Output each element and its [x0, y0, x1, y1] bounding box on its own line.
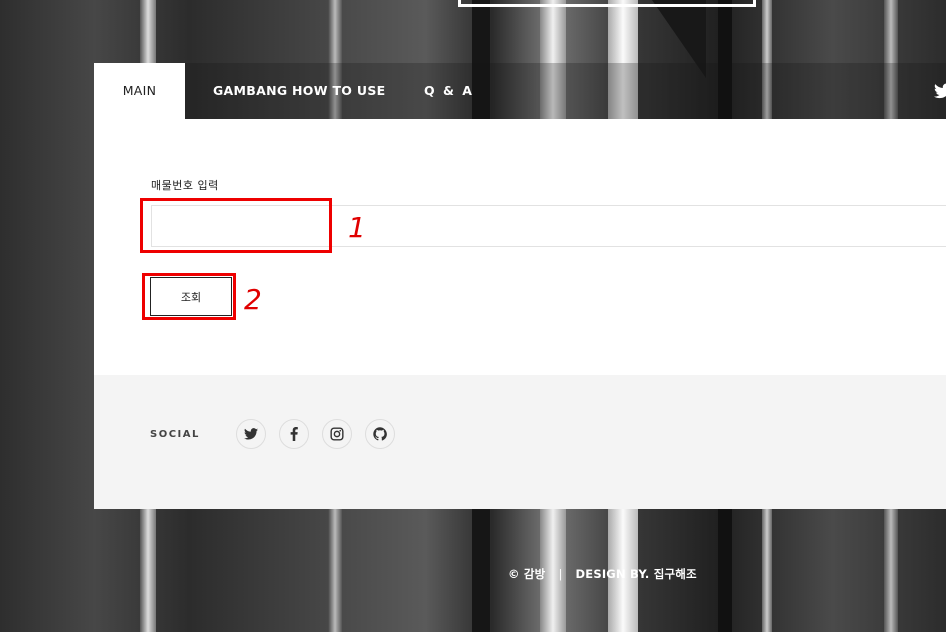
footer-copyright: © 감방 [508, 567, 546, 581]
main-nav: MAIN GAMBANG HOW TO USE Q & A [94, 63, 946, 119]
property-number-label: 매물번호 입력 [151, 179, 219, 192]
twitter-icon[interactable] [934, 83, 946, 99]
search-button[interactable]: 조회 [150, 277, 232, 316]
search-card: 매물번호 입력 1 조회 2 [94, 119, 946, 375]
facebook-icon[interactable] [279, 419, 309, 449]
tab-how-to-use[interactable]: GAMBANG HOW TO USE [213, 63, 385, 119]
tab-main[interactable]: MAIN [94, 63, 185, 119]
github-icon[interactable] [365, 419, 395, 449]
tab-qna[interactable]: Q & A [424, 63, 474, 119]
highlight-box-2: 조회 [142, 273, 236, 320]
property-number-input[interactable] [152, 206, 946, 246]
annotation-marker-2: 2 [244, 283, 262, 316]
twitter-icon[interactable] [236, 419, 266, 449]
social-label: SOCIAL [150, 429, 200, 440]
header-frame [458, 0, 756, 7]
footer-separator: | [558, 567, 563, 581]
footer: © 감방 | DESIGN BY. 집구해조 [508, 566, 697, 582]
social-section: SOCIAL [94, 375, 946, 509]
footer-credit: DESIGN BY. 집구해조 [575, 567, 697, 581]
annotation-marker-1: 1 [348, 211, 366, 244]
property-number-field-wrapper [151, 205, 946, 247]
instagram-icon[interactable] [322, 419, 352, 449]
